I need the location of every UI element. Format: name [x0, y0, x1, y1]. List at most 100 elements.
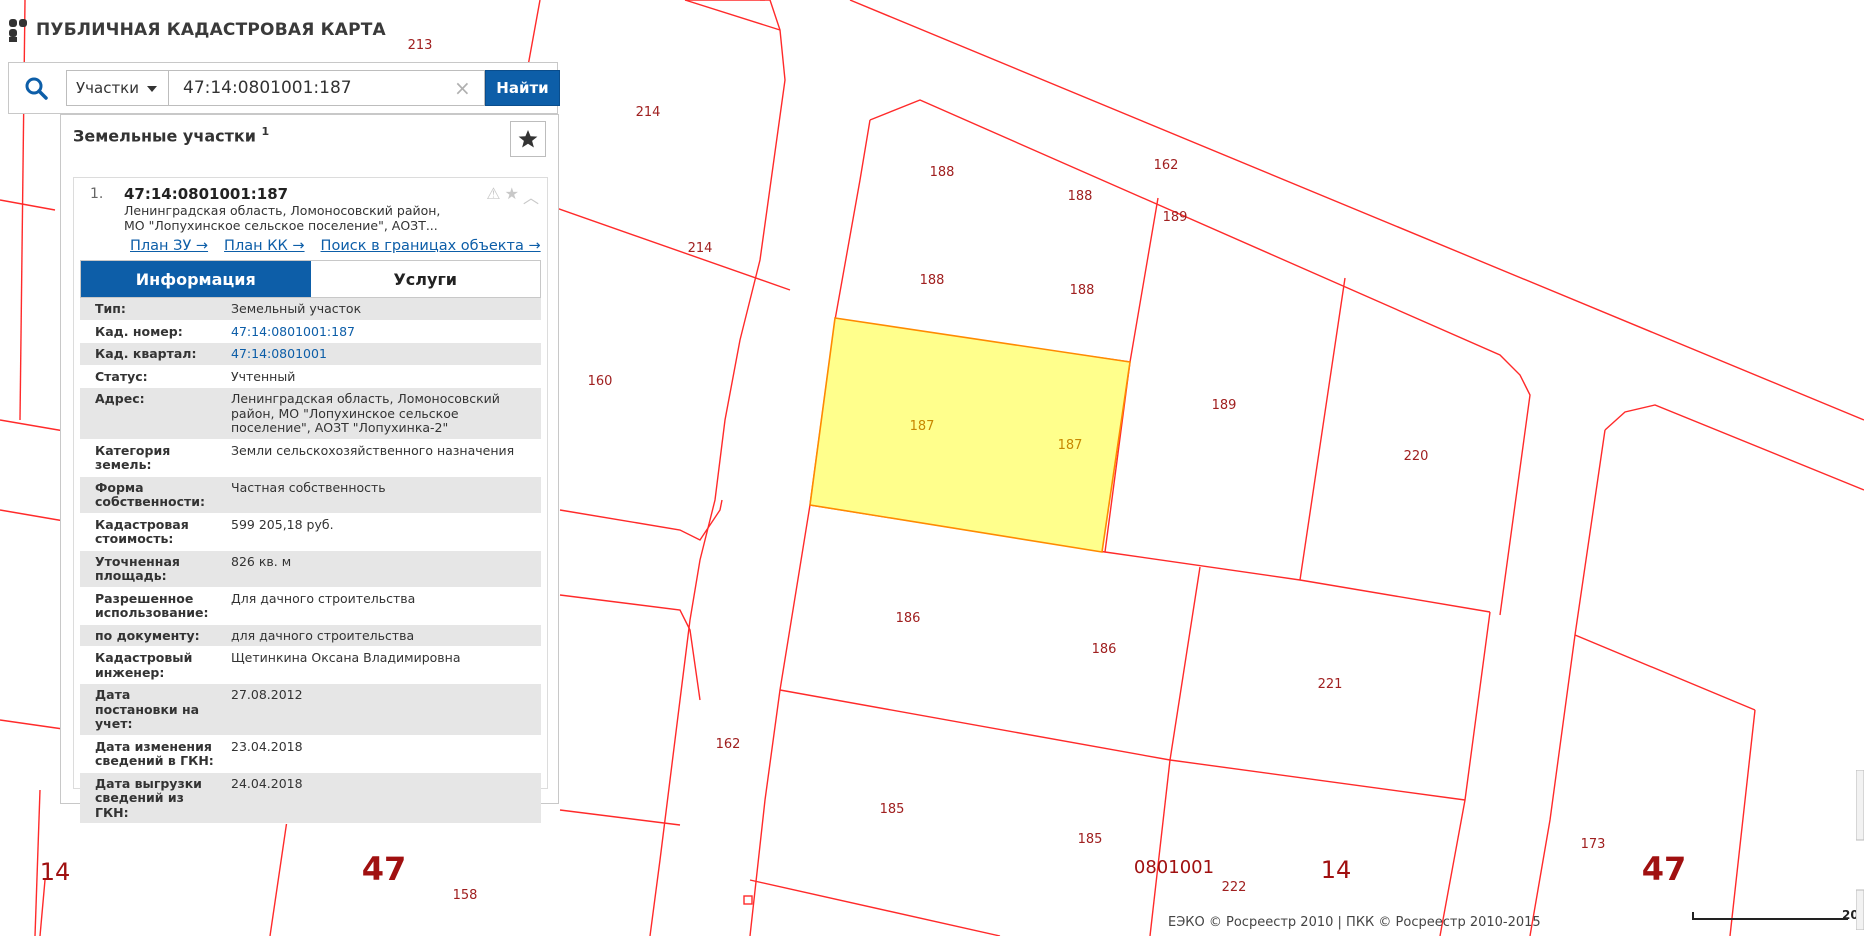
info-key: Разрешенное использование: [80, 587, 221, 625]
info-value: Учтенный [221, 365, 541, 388]
info-value-link[interactable]: 47:14:0801001:187 [231, 324, 355, 339]
result-tabs: Информация Услуги [80, 260, 541, 298]
result-number: 1. [90, 186, 104, 202]
info-value: Щетинкина Оксана Владимировна [221, 646, 541, 684]
info-value[interactable]: 47:14:0801001:187 [221, 320, 541, 343]
info-row: Кадастровый инженер: Щетинкина Оксана Вла… [80, 646, 541, 684]
info-value: 599 205,18 руб. [221, 513, 541, 551]
result-count: 1 [261, 125, 270, 138]
info-value: Для дачного строительства [221, 587, 541, 625]
info-row: Статус: Учтенный [80, 365, 541, 388]
info-value: для дачного строительства [221, 624, 541, 647]
info-row: Категория земель: Земли сельскохозяйствен… [80, 439, 541, 477]
star-icon [518, 130, 538, 148]
find-button[interactable]: Найти [485, 70, 560, 106]
parcel-label: 187 [1058, 438, 1083, 453]
info-key: Кадастровая стоимость: [80, 513, 221, 551]
parcel-label: 221 [1318, 677, 1343, 692]
zoom-control[interactable] [1856, 770, 1864, 930]
parcel-label: 188 [930, 165, 955, 180]
result-address: Ленинградская область, Ломоносовский рай… [124, 203, 441, 233]
info-value: Ленинградская область, Ломоносовский рай… [221, 387, 541, 440]
parcel-label: 185 [880, 802, 905, 817]
warning-icon[interactable]: ⚠ [486, 184, 500, 208]
info-key: Уточненная площадь: [80, 550, 221, 588]
info-key: Форма собственности: [80, 476, 221, 514]
app-title: ПУБЛИЧНАЯ КАДАСТРОВАЯ КАРТА [36, 20, 386, 40]
parcel-label: 186 [896, 611, 921, 626]
parcel-label: 185 [1078, 832, 1103, 847]
parcel-label: 186 [1092, 642, 1117, 657]
plan-zu-link[interactable]: План ЗУ → [130, 238, 208, 254]
info-value: Земельный участок [221, 298, 541, 321]
parcel-label: 187 [910, 419, 935, 434]
caret-down-icon [147, 86, 157, 92]
selected-parcel-187 [809, 317, 1131, 553]
info-row: Дата изменения сведений в ГКН: 23.04.2018 [80, 735, 541, 773]
parcel-label: 188 [920, 273, 945, 288]
parcel-label: 162 [1154, 158, 1179, 173]
search-type-dropdown[interactable]: Участки [66, 70, 169, 106]
tab-info[interactable]: Информация [81, 261, 311, 297]
parcel-label: 214 [636, 105, 661, 120]
info-value: Частная собственность [221, 476, 541, 514]
star-outline-icon[interactable]: ★ [505, 184, 519, 208]
region-label: 14 [1321, 856, 1352, 884]
info-value: 24.04.2018 [221, 772, 541, 824]
parcel-label: 188 [1070, 283, 1095, 298]
info-key: Тип: [80, 298, 221, 321]
info-key: Кадастровый инженер: [80, 646, 221, 684]
search-bar: Участки × Найти [8, 62, 560, 114]
info-key: Статус: [80, 365, 221, 388]
info-row: по документу: для дачного строительства [80, 624, 541, 647]
clear-icon[interactable]: × [454, 75, 471, 101]
info-row: Дата постановки на учет: 27.08.2012 [80, 683, 541, 736]
info-value-link[interactable]: 47:14:0801001 [231, 346, 327, 361]
parcel-label: 188 [1068, 189, 1093, 204]
parcel-label: 189 [1163, 210, 1188, 225]
info-row: Адрес: Ленинградская область, Ломоносовск… [80, 387, 541, 440]
parcel-label: 158 [453, 888, 478, 903]
copyright: ЕЭКО © Росреестр 2010 | ПКК © Росреестр … [1168, 915, 1541, 930]
search-type-label: Участки [76, 79, 139, 97]
result-id[interactable]: 47:14:0801001:187 [124, 185, 288, 203]
info-row: Кад. номер: 47:14:0801001:187 [80, 320, 541, 343]
info-value: 23.04.2018 [221, 735, 541, 773]
info-key: Категория земель: [80, 439, 221, 477]
parcel-label: 160 [588, 374, 613, 389]
info-row: Кад. квартал: 47:14:0801001 [80, 342, 541, 366]
result-card[interactable]: 1. 47:14:0801001:187 Ленинградская облас… [73, 177, 548, 824]
parcel-label: 213 [408, 38, 433, 53]
results-panel: Земельные участки 1 1. 47:14:0801001:187… [60, 114, 559, 824]
info-row: Разрешенное использование: Для дачного ст… [80, 587, 541, 625]
info-key: по документу: [80, 624, 221, 647]
plan-kk-link[interactable]: План КК → [224, 238, 305, 254]
parcel-label: 189 [1212, 398, 1237, 413]
scale-bar [1692, 912, 1848, 920]
favorites-button[interactable] [510, 121, 546, 157]
panel-title: Земельные участки 1 [73, 125, 270, 146]
info-value[interactable]: 47:14:0801001 [221, 342, 541, 366]
search-icon[interactable] [23, 75, 49, 101]
info-key: Дата изменения сведений в ГКН: [80, 735, 221, 773]
info-key: Дата постановки на учет: [80, 683, 221, 736]
info-row: Уточненная площадь: 826 кв. м [80, 550, 541, 588]
chevron-up-icon[interactable]: ︿ [523, 184, 539, 208]
search-in-bounds-link[interactable]: Поиск в границах объекта → [321, 238, 541, 254]
result-links: План ЗУ → План КК → Поиск в границах объ… [130, 238, 541, 254]
region-label: 47 [362, 850, 407, 888]
tab-services[interactable]: Услуги [310, 261, 540, 297]
parcel-label: 222 [1222, 880, 1247, 895]
search-input[interactable] [169, 70, 485, 106]
info-row: Кадастровая стоимость: 599 205,18 руб. [80, 513, 541, 551]
info-row: Тип: Земельный участок [80, 298, 541, 321]
info-row: Форма собственности: Частная собственност… [80, 476, 541, 514]
result-actions: ⚠ ★ ︿ [486, 184, 539, 208]
info-key: Кад. номер: [80, 320, 221, 343]
parcel-label: 162 [716, 737, 741, 752]
parcel-label: 220 [1404, 449, 1429, 464]
parcel-label: 214 [688, 241, 713, 256]
region-label: 47 [1642, 850, 1687, 888]
info-row: Дата выгрузки сведений из ГКН: 24.04.2018 [80, 772, 541, 824]
parcel-label: 173 [1581, 837, 1606, 852]
